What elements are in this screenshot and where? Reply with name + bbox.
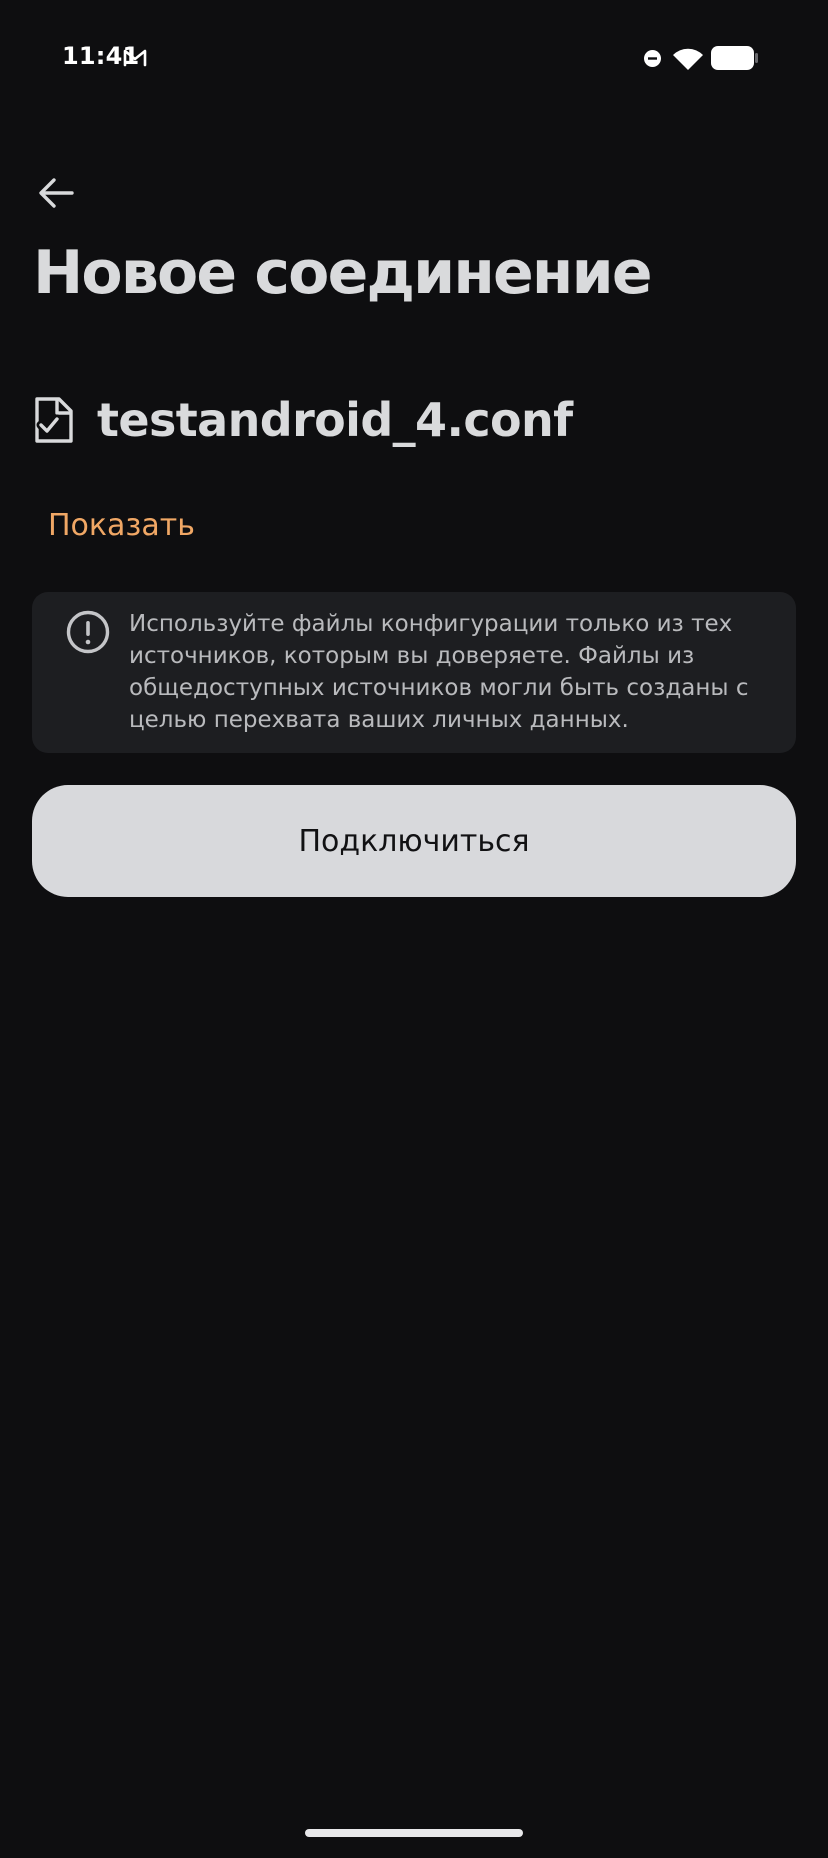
file-check-icon	[35, 397, 73, 443]
home-indicator[interactable]	[305, 1829, 523, 1837]
page-title: Новое соединение	[33, 238, 653, 308]
arrow-left-icon	[39, 178, 74, 208]
wifi-icon	[673, 48, 703, 70]
file-name: testandroid_4.conf	[97, 393, 573, 447]
connect-button[interactable]: Подключиться	[32, 785, 796, 897]
file-row: testandroid_4.conf	[33, 392, 573, 448]
warning-text: Используйте файлы конфигурации только из…	[129, 611, 749, 733]
back-button[interactable]	[28, 165, 84, 221]
warning-card: Используйте файлы конфигурации только из…	[32, 592, 796, 753]
status-bar: 11:41	[0, 0, 828, 118]
alert-circle-icon	[66, 610, 110, 654]
show-config-link[interactable]: Показать	[48, 508, 195, 543]
battery-icon	[711, 46, 758, 70]
do-not-disturb-icon	[644, 50, 661, 67]
gmail-icon	[123, 49, 147, 67]
